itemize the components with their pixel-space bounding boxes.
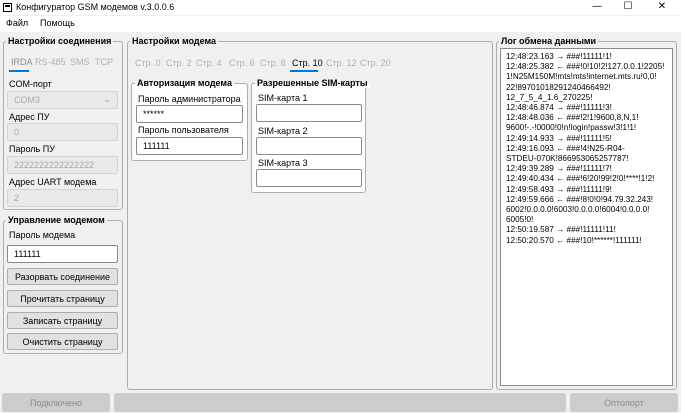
log-line: 12:49:14.933 → ###!11111!5! — [506, 133, 612, 143]
tab-page-2[interactable]: Стр. 2 — [166, 58, 192, 68]
tab-page-10-underline — [290, 70, 318, 72]
modem-settings-title: Настройки модема — [130, 36, 219, 46]
read-page-button[interactable]: Прочитать страницу — [7, 290, 118, 307]
modem-control-title: Управление модемом — [6, 215, 107, 225]
admin-password-label: Пароль администратора — [138, 94, 241, 104]
log-line: 12:48:48.036 ← ###!2!1!9600,8,N,1! — [506, 113, 639, 123]
log-line: 6005!0! — [506, 215, 534, 225]
com-port-select[interactable]: COM3 ⌄ — [7, 91, 118, 109]
log-line: 6002!0.0.0.0!6003!0.0.0.0!6004!0.0.0.0! — [506, 205, 650, 215]
disconnect-button[interactable]: Разорвать соединение — [7, 268, 118, 285]
connection-settings-title: Настройки соединения — [6, 36, 114, 46]
user-password-field[interactable]: 111111 — [136, 137, 243, 155]
tab-page-0[interactable]: Стр. 0 — [135, 58, 161, 68]
pu-address-label: Адрес ПУ — [9, 112, 50, 122]
log-line: 12:49:40.434 ← ###!6!20!99!2!0!****!1!2! — [506, 174, 655, 184]
menu-file[interactable]: Файл — [6, 18, 28, 28]
tab-irda[interactable]: IRDA — [11, 57, 33, 67]
sim3-label: SIM-карта 3 — [258, 158, 308, 168]
sim3-field[interactable] — [256, 169, 362, 187]
sim1-field[interactable] — [256, 104, 362, 122]
interface-status: Оптопорт — [570, 393, 678, 412]
pu-password-field[interactable]: 2222222222222222 — [7, 156, 118, 174]
sim1-label: SIM-карта 1 — [258, 93, 308, 103]
log-title: Лог обмена данными — [499, 36, 599, 46]
log-line: 9600!-.-!0000!0!n!login!passw!3!1!1! — [506, 123, 637, 133]
log-line: 12:49:39.289 → ###!11111!7! — [506, 164, 612, 174]
clear-page-button[interactable]: Очистить страницу — [7, 333, 118, 350]
sim2-field[interactable] — [256, 137, 362, 155]
admin-password-field[interactable]: ****** — [136, 105, 243, 123]
uart-address-label: Адрес UART модема — [9, 177, 97, 187]
log-line: 12:50:20.570 ← ###!10!******!111111! — [506, 235, 642, 245]
tab-page-8[interactable]: Стр. 8 — [260, 58, 286, 68]
maximize-icon[interactable]: ☐ — [613, 0, 643, 15]
app-icon — [3, 3, 12, 12]
tab-page-4[interactable]: Стр. 4 — [196, 58, 222, 68]
close-icon[interactable]: ✕ — [647, 0, 677, 15]
log-content: 12:48:23.163 → ###!11111!1! 12:48:25.382 … — [506, 52, 664, 246]
menu-bar: Файл Помощь — [0, 16, 681, 32]
log-line: STDEU-070K!866953065257787! — [506, 154, 629, 164]
tab-page-20[interactable]: Стр. 20 — [360, 58, 391, 68]
write-page-button[interactable]: Записать страницу — [7, 312, 118, 329]
log-line: 12:49:16.093 ← ###!4!N25-R04- — [506, 143, 625, 153]
pu-password-label: Пароль ПУ — [9, 144, 55, 154]
chevron-down-icon: ⌄ — [103, 94, 111, 104]
minimize-icon[interactable]: — — [582, 0, 612, 15]
menu-help[interactable]: Помощь — [40, 18, 75, 28]
modem-password-field[interactable]: 111111 — [7, 245, 118, 263]
modem-password-label: Пароль модема — [9, 230, 76, 240]
log-line: 12:48:46.874 → ###!11111!3! — [506, 103, 612, 113]
log-line: 22!89701018291240466492! — [506, 82, 611, 92]
connection-status: Подключено — [2, 393, 110, 412]
tab-page-10[interactable]: Стр. 10 — [292, 58, 323, 68]
tab-page-12[interactable]: Стр. 12 — [326, 58, 357, 68]
log-line: 12:48:23.163 → ###!11111!1! — [506, 52, 612, 61]
log-line: 12:49:59.666 ← ###!8!0!0!94.79.32.243! — [506, 194, 654, 204]
log-line: 12:50:19.587 → ###!11111!11! — [506, 225, 616, 235]
status-progress — [114, 393, 566, 412]
window-title: Конфигуратор GSM модемов v.3.0.0.6 — [16, 2, 175, 12]
com-port-label: COM-порт — [9, 79, 52, 89]
tab-sms[interactable]: SMS — [70, 57, 90, 67]
com-port-value: COM3 — [14, 95, 41, 105]
log-line: 12:49:58.493 → ###!11111!9! — [506, 184, 612, 194]
title-bar: Конфигуратор GSM модемов v.3.0.0.6 — ☐ ✕ — [0, 0, 681, 15]
log-line: 12:48:25.382 ← ###!0!10!2!127.0.0.1!2205… — [506, 62, 665, 72]
uart-address-field[interactable]: 2 — [7, 189, 118, 207]
tab-rs485[interactable]: RS-485 — [35, 57, 66, 67]
log-line: 1!N25M150M!mts!mts!internet.mts.ru!0,0! — [506, 72, 657, 82]
sim2-label: SIM-карта 2 — [258, 126, 308, 136]
allowed-sim-title: Разрешенные SIM-карты — [255, 78, 370, 88]
log-textarea[interactable]: 12:48:23.163 → ###!11111!1! 12:48:25.382 … — [500, 48, 673, 386]
tab-page-6[interactable]: Стр. 6 — [229, 58, 255, 68]
modem-auth-title: Авторизация модема — [135, 78, 234, 88]
user-password-label: Пароль пользователя — [138, 125, 229, 135]
log-line: 12_7_5_4_1.6_270225! — [506, 92, 593, 102]
tab-irda-underline — [9, 70, 29, 72]
tab-tcp[interactable]: TCP — [95, 57, 113, 67]
pu-address-field[interactable]: 0 — [7, 123, 118, 141]
